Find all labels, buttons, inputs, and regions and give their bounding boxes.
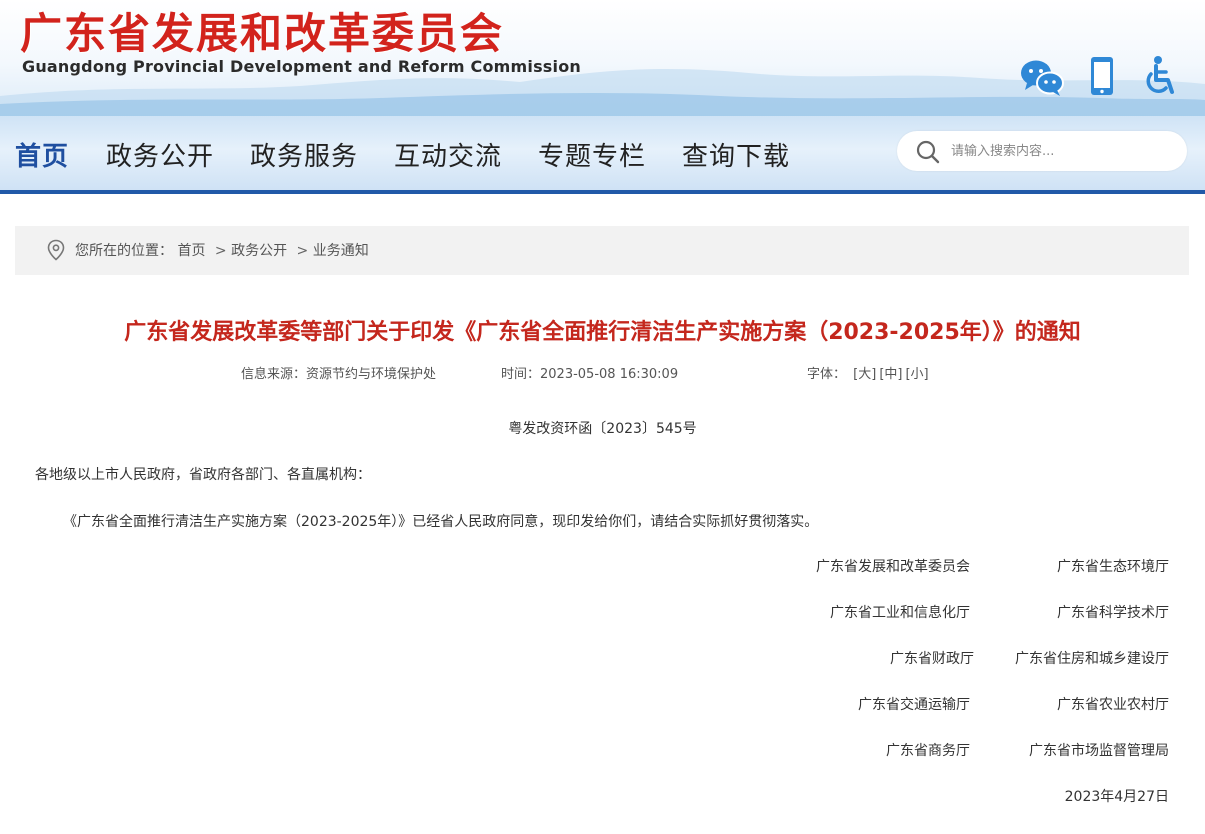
main-nav: 首页 政务公开 政务服务 互动交流 专题专栏 查询下载 bbox=[0, 116, 1205, 194]
nav-item-government-affairs[interactable]: 政务公开 bbox=[106, 136, 214, 173]
search-box bbox=[897, 131, 1187, 171]
header-banner: 广东省发展和改革委员会 Guangdong Provincial Develop… bbox=[0, 0, 1205, 116]
nav-item-query-download[interactable]: 查询下载 bbox=[682, 136, 790, 173]
wechat-icon[interactable] bbox=[1018, 54, 1066, 100]
nav-item-interaction[interactable]: 互动交流 bbox=[394, 136, 502, 173]
breadcrumb-prefix: 您所在的位置： bbox=[75, 243, 173, 259]
search-icon[interactable] bbox=[915, 139, 941, 165]
signer-left: 广东省交通运输厅 bbox=[858, 697, 970, 713]
signer-left: 广东省发展和改革委员会 bbox=[816, 559, 970, 575]
time-label: 时间： bbox=[501, 367, 541, 382]
signer-left: 广东省财政厅 bbox=[890, 651, 974, 667]
document-number: 粤发改资环函〔2023〕545号 bbox=[508, 421, 697, 437]
site-title: 广东省发展和改革委员会 bbox=[20, 9, 505, 58]
font-size-label: 字体： bbox=[807, 367, 847, 382]
signer-right: 广东省生态环境厅 bbox=[1057, 559, 1169, 575]
article-time: 时间：2023-05-08 16:30:09 bbox=[501, 363, 678, 382]
signer-left: 广东省工业和信息化厅 bbox=[830, 605, 970, 621]
body-paragraph: 《广东省全面推行清洁生产实施方案（2023-2025年）》已经省人民政府同意，现… bbox=[63, 514, 819, 530]
nav-item-home[interactable]: 首页 bbox=[15, 136, 69, 173]
nav-item-special-topics[interactable]: 专题专栏 bbox=[538, 136, 646, 173]
source-value: 资源节约与环境保护处 bbox=[306, 367, 437, 382]
signer-right: 广东省住房和城乡建设厅 bbox=[1015, 651, 1169, 667]
breadcrumb: 您所在的位置： 首页 > 政务公开 > 业务通知 bbox=[15, 226, 1189, 275]
breadcrumb-trail: 您所在的位置： 首页 > 政务公开 > 业务通知 bbox=[75, 240, 369, 260]
breadcrumb-link-home[interactable]: 首页 bbox=[177, 243, 205, 259]
font-size-large-link[interactable]: [大] bbox=[853, 367, 876, 382]
signer-right: 广东省农业农村厅 bbox=[1057, 697, 1169, 713]
accessibility-icon[interactable] bbox=[1136, 54, 1184, 100]
breadcrumb-separator: > bbox=[214, 243, 227, 259]
site-subtitle: Guangdong Provincial Development and Ref… bbox=[22, 57, 581, 76]
signer-left: 广东省商务厅 bbox=[886, 743, 970, 759]
font-size-small-link[interactable]: [小] bbox=[905, 367, 928, 382]
mobile-icon[interactable] bbox=[1078, 54, 1126, 100]
salutation: 各地级以上市人民政府，省政府各部门、各直属机构： bbox=[35, 467, 371, 483]
article-title: 广东省发展改革委等部门关于印发《广东省全面推行清洁生产实施方案（2023-202… bbox=[124, 320, 1081, 345]
breadcrumb-link-government-affairs[interactable]: 政务公开 bbox=[231, 243, 287, 259]
signer-right: 广东省市场监督管理局 bbox=[1029, 743, 1169, 759]
breadcrumb-separator: > bbox=[296, 243, 309, 259]
time-value: 2023-05-08 16:30:09 bbox=[540, 367, 679, 382]
source-label: 信息来源： bbox=[241, 367, 307, 382]
article-source: 信息来源：资源节约与环境保护处 bbox=[241, 363, 436, 382]
font-size-selector: 字体： [大] [中] [小] bbox=[807, 363, 929, 382]
breadcrumb-link-business-notice[interactable]: 业务通知 bbox=[313, 243, 369, 259]
font-size-medium-link[interactable]: [中] bbox=[879, 367, 902, 382]
signer-right: 广东省科学技术厅 bbox=[1057, 605, 1169, 621]
search-input[interactable] bbox=[951, 139, 1171, 163]
nav-item-government-services[interactable]: 政务服务 bbox=[250, 136, 358, 173]
location-pin-icon bbox=[47, 239, 65, 261]
document-date: 2023年4月27日 bbox=[1064, 789, 1169, 805]
